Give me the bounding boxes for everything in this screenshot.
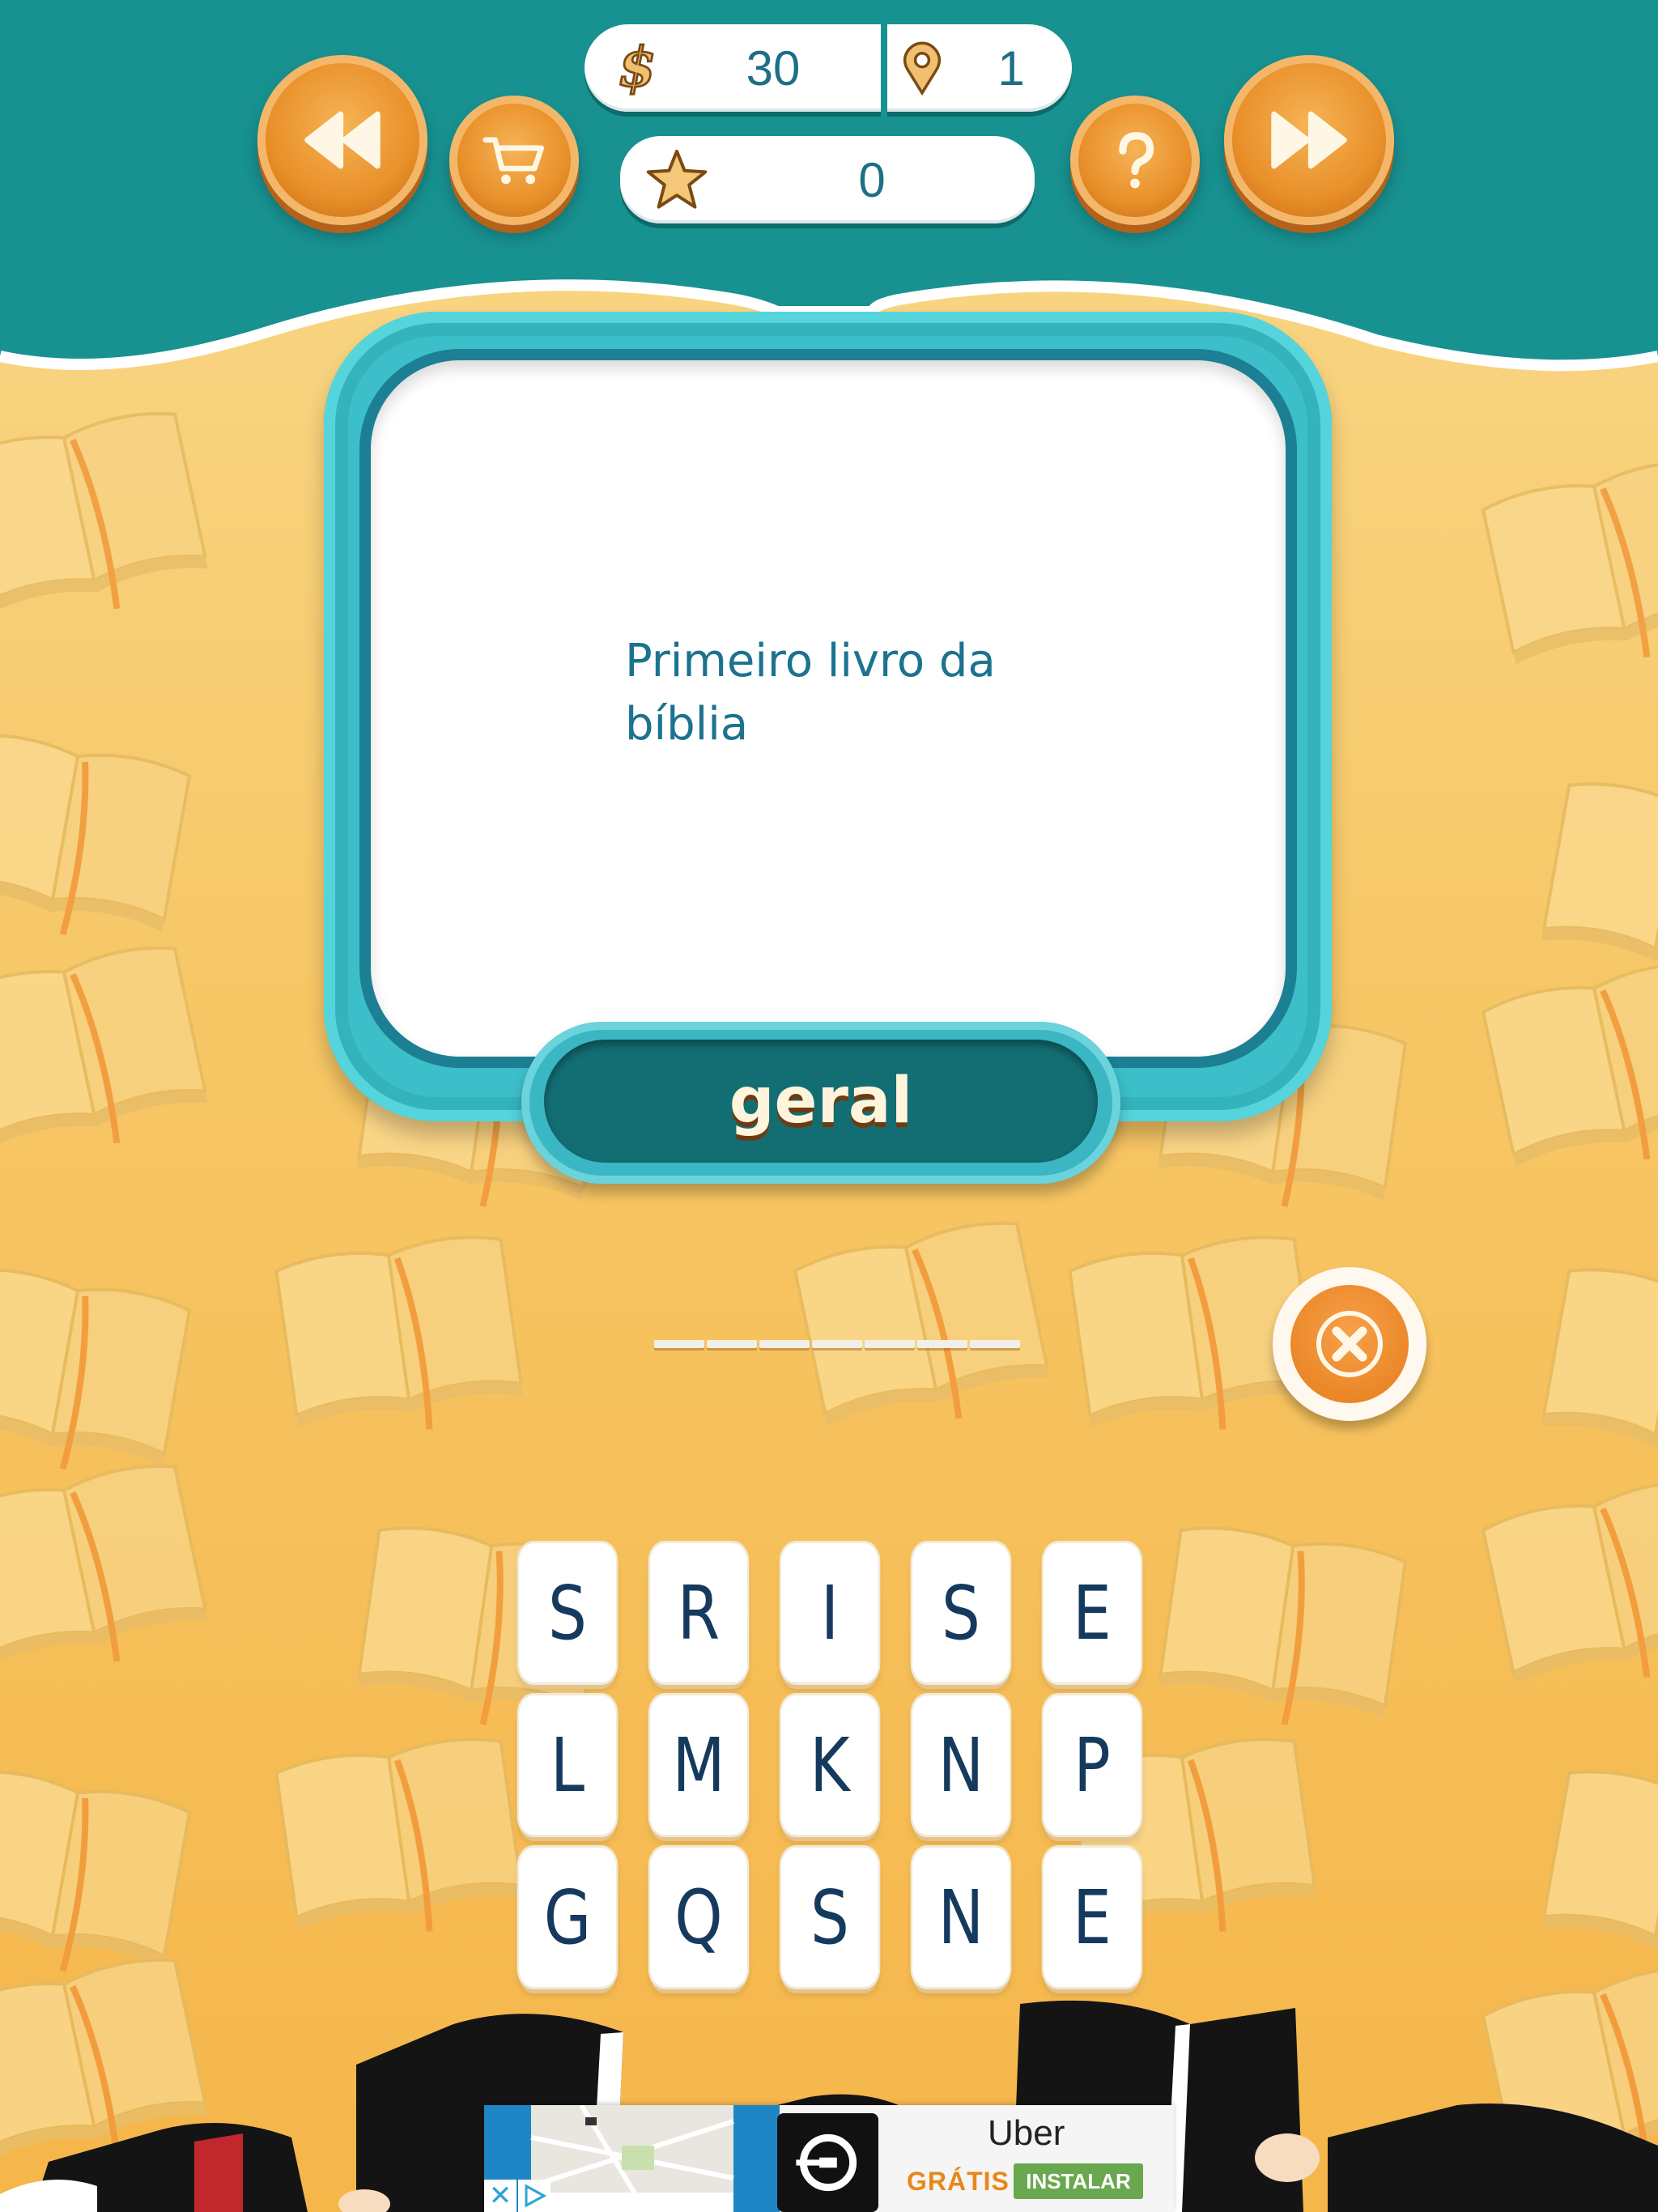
letter-tile[interactable]: S (781, 1848, 878, 1987)
letter-tile[interactable]: L (519, 1695, 616, 1835)
letter-tile[interactable]: M (650, 1695, 747, 1835)
stars-counter: 0 (620, 136, 1035, 223)
letter-tile[interactable]: I (781, 1543, 878, 1682)
letter-tile[interactable]: S (519, 1543, 616, 1682)
location-pin-icon (903, 41, 942, 96)
answer-slots[interactable] (654, 1340, 1022, 1351)
fast-forward-icon (1271, 111, 1347, 169)
level-counter: 1 (887, 24, 1072, 112)
stars-value: 0 (858, 152, 886, 207)
rewind-icon (304, 111, 380, 169)
next-level-button[interactable] (1224, 55, 1394, 225)
question-mark-icon (1119, 132, 1154, 189)
answer-slot[interactable] (654, 1340, 704, 1348)
coins-counter: $ 30 (585, 24, 881, 112)
answer-slot[interactable] (707, 1340, 757, 1348)
svg-text:$: $ (619, 40, 657, 96)
previous-level-button[interactable] (257, 55, 427, 225)
close-icon (1316, 1311, 1383, 1377)
answer-slot[interactable] (759, 1340, 810, 1348)
ad-free-label: GRÁTIS (907, 2167, 1010, 2196)
help-button[interactable] (1070, 96, 1200, 225)
ad-banner[interactable]: Uber GRÁTIS INSTALAR ✕ (484, 2105, 1174, 2212)
clear-answer-button[interactable] (1273, 1267, 1426, 1421)
ad-choices-icon[interactable] (518, 2180, 551, 2212)
letter-tile[interactable]: N (912, 1695, 1010, 1835)
dollar-icon: $ (617, 40, 657, 96)
level-value: 1 (997, 40, 1025, 96)
letter-tile[interactable]: K (781, 1695, 878, 1835)
uber-logo-icon (777, 2113, 878, 2212)
letter-tile[interactable]: E (1044, 1543, 1141, 1682)
letter-tile[interactable]: P (1044, 1695, 1141, 1835)
answer-slot[interactable] (917, 1340, 967, 1348)
shopping-cart-icon (483, 137, 544, 185)
answer-slot[interactable] (812, 1340, 862, 1348)
ad-title: Uber (988, 2113, 1065, 2153)
letter-tile[interactable]: E (1044, 1848, 1141, 1987)
letter-tile[interactable]: G (519, 1848, 616, 1987)
letter-tile[interactable]: S (912, 1543, 1010, 1682)
ad-install-button[interactable]: INSTALAR (1014, 2163, 1143, 2199)
question-text: Primeiro livro da bíblia (625, 635, 996, 751)
answer-slot[interactable] (865, 1340, 915, 1348)
letter-tile[interactable]: R (650, 1543, 747, 1682)
coins-value: 30 (746, 40, 801, 96)
letter-tile[interactable]: N (912, 1848, 1010, 1987)
category-label: geral (729, 1065, 913, 1138)
star-icon (646, 149, 708, 209)
ad-close-icon[interactable]: ✕ (484, 2180, 517, 2212)
shop-button[interactable] (449, 96, 579, 225)
category-banner: geral (544, 1040, 1098, 1163)
letter-tile[interactable]: Q (650, 1848, 747, 1987)
answer-slot[interactable] (970, 1340, 1020, 1348)
